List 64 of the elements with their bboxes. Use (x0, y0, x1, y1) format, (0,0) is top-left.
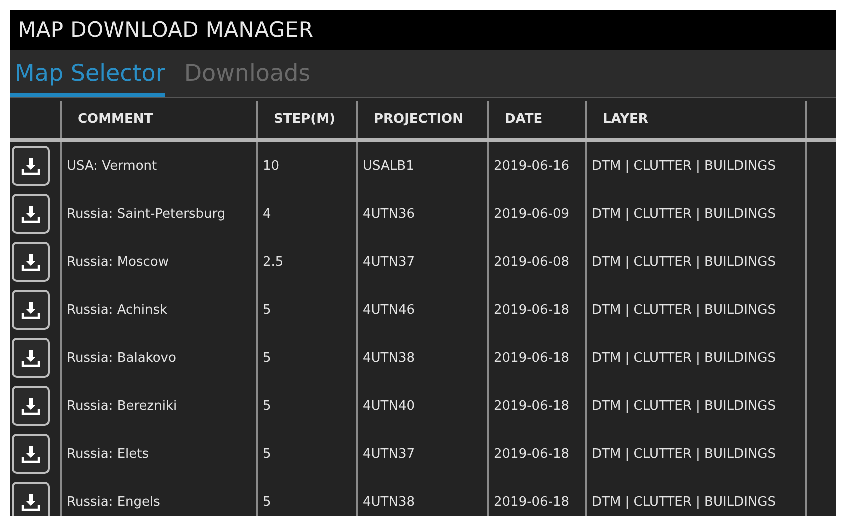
table-cell: 4UTN38 (363, 494, 415, 510)
table-cell: USA: Vermont (67, 158, 158, 174)
table-cell: USALB1 (363, 158, 414, 174)
download-icon (21, 300, 41, 320)
download-icon (21, 204, 41, 224)
table-cell: 2019-06-09 (494, 206, 570, 222)
table-cell: Russia: Moscow (67, 254, 170, 270)
download-button[interactable] (12, 242, 50, 282)
table-cell: 5 (263, 302, 272, 318)
table-cell: Russia: Engels (67, 494, 160, 510)
download-button[interactable] (12, 338, 50, 378)
download-icon (21, 156, 41, 176)
download-icon (21, 444, 41, 464)
table-cell: 10 (263, 158, 280, 174)
tab[interactable]: Downloads (179, 61, 311, 97)
download-button[interactable] (12, 194, 50, 234)
table-cell: 4UTN38 (363, 350, 415, 366)
table-cell: 4UTN37 (363, 446, 415, 462)
download-icon (21, 396, 41, 416)
window-title: MAP DOWNLOAD MANAGER (18, 18, 314, 42)
download-button[interactable] (12, 290, 50, 330)
column-header: STEP(M) (274, 112, 336, 127)
table-cell: 2.5 (263, 254, 284, 270)
table-cell: 2019-06-08 (494, 254, 570, 270)
download-button[interactable] (12, 386, 50, 426)
column-header: COMMENT (78, 112, 154, 127)
table-cell: 2019-06-18 (494, 398, 570, 414)
table-cell: DTM | CLUTTER | BUILDINGS (592, 350, 776, 366)
table-cell: 2019-06-18 (494, 302, 570, 318)
table-cell: 4UTN36 (363, 206, 415, 222)
table-cell: 4UTN40 (363, 398, 415, 414)
table-cell: DTM | CLUTTER | BUILDINGS (592, 206, 776, 222)
table-cell: Russia: Berezniki (67, 398, 178, 414)
table-cell: Russia: Balakovo (67, 350, 176, 366)
table-cell: Russia: Saint-Petersburg (67, 206, 226, 222)
table-cell: Russia: Elets (67, 446, 150, 462)
table-cell: DTM | CLUTTER | BUILDINGS (592, 494, 776, 510)
download-button[interactable] (12, 482, 50, 516)
table-cell: Russia: Achinsk (67, 302, 168, 318)
table-cell: DTM | CLUTTER | BUILDINGS (592, 158, 776, 174)
table-cell: 4UTN46 (363, 302, 415, 318)
column-header: PROJECTION (374, 112, 464, 127)
download-icon (21, 492, 41, 512)
table-cell: DTM | CLUTTER | BUILDINGS (592, 398, 776, 414)
table-cell: 2019-06-18 (494, 350, 570, 366)
table-cell: 5 (263, 398, 272, 414)
table-cell: 5 (263, 494, 272, 510)
table-cell: 2019-06-18 (494, 446, 570, 462)
table-cell: 4 (263, 206, 272, 222)
table-cell: DTM | CLUTTER | BUILDINGS (592, 446, 776, 462)
table-cell: 2019-06-16 (494, 158, 570, 174)
table-cell: DTM | CLUTTER | BUILDINGS (592, 254, 776, 270)
table-cell: 4UTN37 (363, 254, 415, 270)
download-icon (21, 348, 41, 368)
table-cell: 5 (263, 446, 272, 462)
table-cell: 2019-06-18 (494, 494, 570, 510)
table-cell: 5 (263, 350, 272, 366)
download-icon (21, 252, 41, 272)
tab[interactable]: Map Selector (10, 61, 166, 97)
column-header: DATE (505, 112, 543, 127)
table-cell: DTM | CLUTTER | BUILDINGS (592, 302, 776, 318)
download-button[interactable] (12, 146, 50, 186)
download-button[interactable] (12, 434, 50, 474)
column-header: LAYER (603, 112, 648, 127)
